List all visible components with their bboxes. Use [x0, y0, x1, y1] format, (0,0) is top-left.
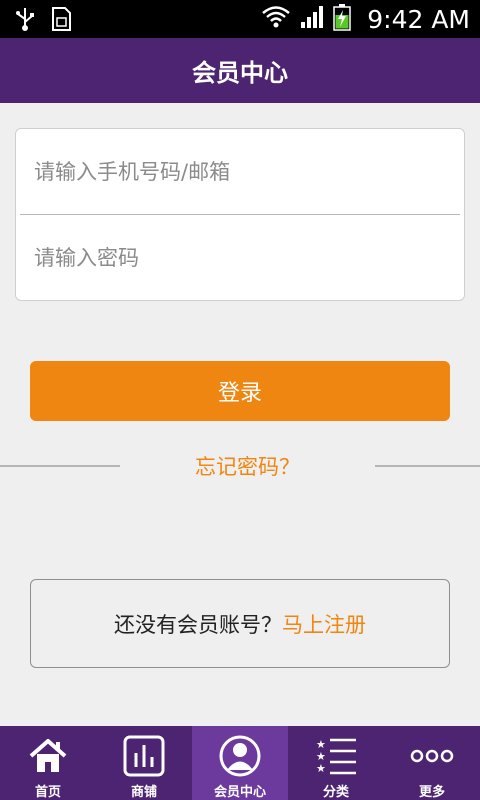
- home-icon: [26, 734, 70, 778]
- tab-category[interactable]: ★ ★ ★ 分类: [288, 726, 384, 800]
- tab-member-center[interactable]: 会员中心: [192, 726, 288, 800]
- password-field[interactable]: [16, 215, 464, 301]
- tab-label: 商铺: [130, 785, 157, 800]
- divider-right: [375, 465, 480, 467]
- divider-left: [0, 465, 120, 467]
- tab-label: 首页: [34, 785, 61, 800]
- signal-icon: [299, 4, 325, 34]
- register-question: 还没有会员账号？: [114, 612, 282, 637]
- tab-label: 更多: [418, 785, 445, 800]
- login-form: [15, 128, 465, 301]
- status-bar: 9:42 AM: [0, 0, 480, 38]
- tab-home[interactable]: 首页: [0, 726, 96, 800]
- forgot-password-link[interactable]: 忘记密码？: [120, 450, 375, 482]
- usb-icon: [14, 6, 36, 36]
- category-list-icon: ★ ★ ★: [314, 734, 358, 778]
- battery-charging-icon: [333, 3, 351, 35]
- sim-card-icon: [50, 6, 72, 36]
- shop-chart-icon: [122, 734, 166, 778]
- more-dots-icon: [410, 734, 454, 778]
- page-header: 会员中心: [0, 38, 480, 103]
- tab-shop[interactable]: 商铺: [96, 726, 192, 800]
- page-title: 会员中心: [192, 59, 288, 87]
- svg-text:★: ★: [316, 762, 326, 775]
- account-input[interactable]: [34, 160, 464, 184]
- register-link[interactable]: 马上注册: [282, 609, 366, 639]
- wifi-icon: [261, 4, 291, 34]
- tab-label: 会员中心: [213, 785, 266, 800]
- tab-label: 分类: [322, 785, 349, 800]
- member-icon: [218, 734, 262, 778]
- register-prompt: 还没有会员账号？ 马上注册: [30, 579, 450, 668]
- tab-more[interactable]: 更多: [384, 726, 480, 800]
- login-button[interactable]: 登录: [30, 361, 450, 421]
- password-input[interactable]: [34, 246, 464, 270]
- account-field[interactable]: [16, 129, 464, 215]
- status-clock: 9:42 AM: [367, 4, 470, 34]
- bottom-tab-bar: 首页 商铺 会员中心 ★ ★ ★ 分类 更多: [0, 726, 480, 800]
